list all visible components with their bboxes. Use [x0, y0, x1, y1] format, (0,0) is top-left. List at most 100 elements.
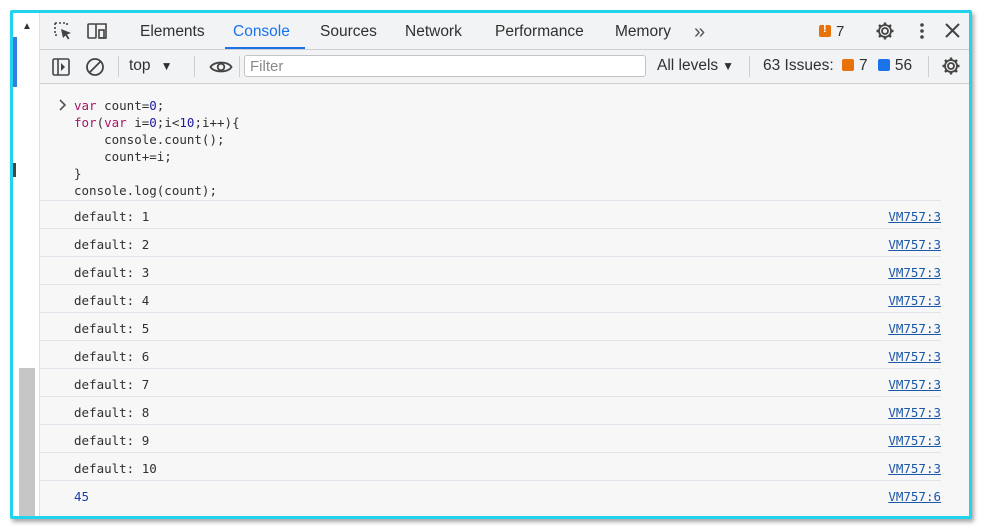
issues-badge-count: 7 — [836, 23, 845, 40]
console-log-row: default: 5 VM757:3 — [40, 312, 941, 340]
source-link[interactable]: VM757:3 — [888, 321, 941, 336]
console-settings-gear-icon[interactable] — [940, 56, 962, 76]
log-message: default: 9 — [74, 433, 150, 448]
code-token: 0 — [149, 98, 157, 113]
code-token: ;i++){ — [194, 115, 240, 130]
kebab-menu-icon[interactable] — [911, 21, 933, 41]
tab-network[interactable]: Network — [405, 13, 462, 49]
page-text-fragment — [13, 163, 16, 177]
code-token: count= — [96, 98, 150, 113]
console-log-row: default: 8 VM757:3 — [40, 396, 941, 424]
clear-console-icon[interactable] — [85, 57, 105, 77]
console-log-row: default: 2 VM757:3 — [40, 228, 941, 256]
page-accent-bar — [13, 37, 17, 87]
console-result-row: 45 VM757:6 — [40, 480, 941, 508]
source-link[interactable]: VM757:3 — [888, 405, 941, 420]
log-message: default: 4 — [74, 293, 150, 308]
log-message: default: 8 — [74, 405, 150, 420]
context-selector-label: top — [129, 57, 151, 74]
code-token: console.count(); — [74, 132, 225, 147]
code-line: } — [74, 165, 240, 182]
source-link[interactable]: VM757:3 — [888, 461, 941, 476]
console-log-row: default: 10 VM757:3 — [40, 452, 941, 480]
issues-counter[interactable]: 63 Issues: 7 56 — [763, 57, 912, 75]
source-link[interactable]: VM757:3 — [888, 433, 941, 448]
live-expression-eye-icon[interactable] — [209, 58, 233, 76]
toolbar-divider — [118, 56, 119, 77]
console-output[interactable]: var count=0; for(var i=0;i<10;i++){ conso… — [40, 84, 969, 516]
context-selector[interactable]: top ▼ — [129, 57, 172, 75]
console-toolbar: top ▼ All levels▼ 63 Issues: 7 56 — [40, 50, 969, 84]
more-tabs-icon[interactable]: » — [694, 13, 705, 49]
code-token: i= — [126, 115, 150, 130]
code-token: 0 — [149, 115, 157, 130]
source-link[interactable]: VM757:6 — [888, 489, 941, 504]
toolbar-divider — [194, 56, 195, 77]
info-message-icon — [877, 59, 890, 71]
source-link[interactable]: VM757:3 — [888, 293, 941, 308]
prompt-chevron-icon[interactable] — [58, 99, 68, 111]
log-message: default: 2 — [74, 237, 150, 252]
log-message: default: 7 — [74, 377, 150, 392]
filter-input[interactable] — [245, 56, 640, 76]
tab-sources[interactable]: Sources — [320, 13, 377, 49]
log-message: default: 1 — [74, 209, 150, 224]
source-link[interactable]: VM757:3 — [888, 349, 941, 364]
console-input-code: var count=0; for(var i=0;i<10;i++){ conso… — [74, 97, 240, 199]
issues-info-count: 56 — [894, 57, 913, 74]
settings-gear-icon[interactable] — [874, 21, 896, 41]
log-message: default: 3 — [74, 265, 150, 280]
log-message: default: 5 — [74, 321, 150, 336]
source-link[interactable]: VM757:3 — [888, 265, 941, 280]
console-log-row: default: 1 VM757:3 — [40, 200, 941, 228]
devtools-panel: Elements Console Sources Network Perform… — [40, 13, 969, 516]
log-message: default: 6 — [74, 349, 150, 364]
scroll-up-icon[interactable]: ▲ — [22, 21, 32, 32]
code-token: ;i< — [156, 115, 180, 130]
warning-icon — [819, 23, 831, 37]
tab-elements[interactable]: Elements — [140, 13, 205, 49]
log-message: default: 10 — [74, 461, 157, 476]
code-line: for(var i=0;i<10;i++){ — [74, 114, 240, 131]
source-link[interactable]: VM757:3 — [888, 377, 941, 392]
dropdown-arrow-icon: ▼ — [722, 59, 735, 73]
toolbar-divider — [749, 56, 750, 77]
source-link[interactable]: VM757:3 — [888, 209, 941, 224]
tab-memory[interactable]: Memory — [615, 13, 671, 49]
log-message: 45 — [74, 489, 90, 504]
page-edge-strip: ▲ — [13, 13, 40, 516]
source-link[interactable]: VM757:3 — [888, 237, 941, 252]
issues-warning-count: 7 — [858, 57, 868, 74]
code-token: for — [74, 115, 97, 130]
tab-performance[interactable]: Performance — [495, 13, 584, 49]
code-token: 10 — [179, 115, 195, 130]
close-icon[interactable] — [942, 21, 964, 41]
code-token: ; — [156, 98, 165, 113]
issues-badge[interactable]: 7 — [819, 23, 844, 40]
devtools-window: ▲ Elements Console Sources Network Perfo… — [10, 10, 972, 519]
dropdown-arrow-icon: ▼ — [160, 59, 173, 73]
console-log-row: default: 7 VM757:3 — [40, 368, 941, 396]
code-line: console.count(); — [74, 131, 240, 148]
code-token: console.log(count); — [74, 183, 217, 198]
issues-label: 63 Issues: — [763, 57, 834, 74]
code-token: count+=i; — [74, 149, 172, 164]
code-token: var — [104, 115, 127, 130]
sidebar-toggle-icon[interactable] — [51, 57, 71, 77]
code-line: var count=0; — [74, 97, 240, 114]
code-token: var — [74, 98, 97, 113]
log-levels-dropdown[interactable]: All levels ▼ — [657, 57, 734, 75]
page-scrollbar-thumb[interactable] — [19, 368, 35, 516]
console-log-row: default: 3 VM757:3 — [40, 256, 941, 284]
inspect-element-icon[interactable] — [53, 21, 75, 41]
tab-console[interactable]: Console — [225, 13, 305, 49]
toolbar-divider — [239, 56, 240, 77]
devtools-tab-bar: Elements Console Sources Network Perform… — [40, 13, 969, 50]
code-token: ( — [96, 115, 105, 130]
warning-icon — [841, 59, 854, 71]
console-log-row: default: 6 VM757:3 — [40, 340, 941, 368]
code-line: console.log(count); — [74, 182, 240, 199]
code-line: count+=i; — [74, 148, 240, 165]
device-toolbar-icon[interactable] — [86, 21, 108, 41]
code-token: } — [74, 166, 82, 181]
